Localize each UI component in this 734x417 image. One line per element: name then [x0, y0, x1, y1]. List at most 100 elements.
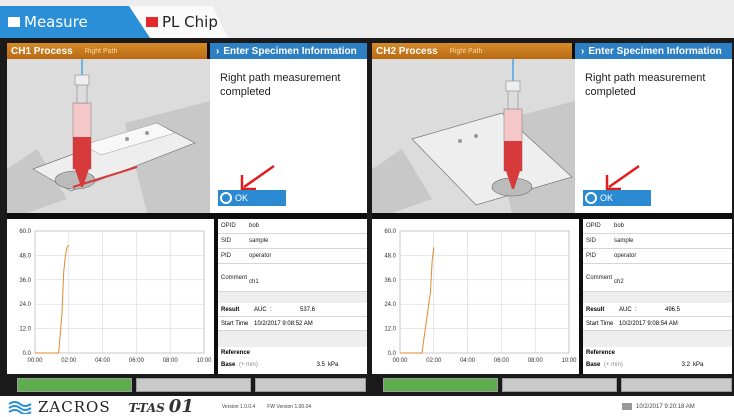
sid-value: sample: [614, 238, 634, 244]
comment-value: ch2: [614, 278, 624, 285]
opid-value: bob: [249, 223, 260, 229]
reference-block: Reference Base (+ min) 3.5 kPa: [218, 347, 367, 374]
opid-label: OPID: [586, 223, 601, 229]
ok-button[interactable]: OK: [583, 190, 651, 206]
ok-circle-icon: [220, 192, 232, 204]
tab-marker: [8, 17, 20, 27]
ch1-action-button[interactable]: [17, 378, 132, 392]
chip-illustration: [7, 59, 210, 213]
base-unit: kPa: [328, 362, 339, 368]
pid-label: PID: [586, 253, 597, 259]
result-row: Result AUC : 496.5: [583, 303, 732, 317]
x-tick-label: 00:00: [27, 358, 43, 364]
pointer-arrow-icon: [240, 164, 275, 191]
status-message: Right path measurement completed: [220, 72, 341, 98]
sid-label: SID: [586, 238, 597, 244]
comment-value: ch1: [249, 278, 259, 285]
specimen-title: Enter Specimen Information: [223, 45, 357, 57]
comment-row: Comment ch1: [218, 264, 367, 292]
process-title: CH1 Process: [11, 45, 73, 57]
process-header: CH1 Process Right Path: [7, 43, 207, 59]
process-title: CH2 Process: [376, 45, 438, 57]
auc-label: AUC: [254, 306, 267, 313]
specimen-header[interactable]: Enter Specimen Information: [210, 43, 367, 59]
status-message: Right path measurement completed: [585, 72, 706, 98]
zacros-logo: ZACROS: [8, 398, 111, 416]
pid-row: PID operator: [583, 249, 732, 264]
specimen-info: OPID bob SID sample PID operator Comment ch2…: [583, 219, 732, 374]
comment-label: Comment: [586, 274, 613, 281]
start-time-value: 10/2/2017 9:08:54 AM: [619, 320, 678, 327]
x-tick-label: 06:00: [494, 358, 510, 364]
opid-label: OPID: [221, 223, 236, 229]
sid-value: sample: [249, 238, 269, 244]
sid-row: SID sample: [218, 234, 367, 249]
datetime-value: 10/2/2017 9:20:18 AM: [636, 403, 695, 410]
ch2-action-button[interactable]: [383, 378, 498, 392]
y-tick-label: 24.0: [384, 302, 396, 308]
tab-marker: [146, 17, 158, 27]
process-subtitle: Right Path: [84, 47, 118, 55]
zacros-wave-icon: [8, 400, 32, 414]
pointer-arrow-icon: [605, 164, 640, 191]
comment-row: Comment ch2: [583, 264, 732, 292]
comment-label: Comment: [221, 274, 248, 281]
sid-row: SID sample: [583, 234, 732, 249]
auc-value: 496.5: [665, 306, 681, 313]
y-tick-label: 60.0: [19, 229, 31, 235]
chip-illustration: [372, 59, 575, 213]
y-tick-label: 60.0: [384, 229, 396, 235]
reference-label: Reference: [221, 350, 251, 356]
start-time-row: Start Time 10/2/2017 9:08:54 AM: [583, 317, 732, 331]
x-tick-label: 08:00: [528, 358, 544, 364]
clock-icon: [622, 403, 632, 410]
base-label: Base: [586, 362, 601, 368]
ok-circle-icon: [585, 192, 597, 204]
y-tick-label: 48.0: [19, 253, 31, 259]
process-header: CH2 Process Right Path: [372, 43, 572, 59]
y-tick-label: 36.0: [384, 278, 396, 284]
tab-measure-label: Measure: [24, 13, 88, 31]
product-logo: T-TAS 01: [129, 396, 194, 417]
result-row: Result AUC : 537.6: [218, 303, 367, 317]
ok-label: OK: [600, 193, 614, 203]
pressure-chart: 00:00 02:00 04:00 06:00 08:00 10:00 60.0 48.0 36…: [19, 229, 212, 364]
x-tick-label: 06:00: [129, 358, 145, 364]
specimen-title: Enter Specimen Information: [588, 45, 722, 57]
start-time-row: Start Time 10/2/2017 9:08:52 AM: [218, 317, 367, 331]
start-time-label: Start Time: [221, 320, 249, 327]
plot-frame: [399, 230, 570, 354]
chart-panel: 00:00 02:00 04:00 06:00 08:00 10:00 60.0 48.0 36…: [7, 219, 214, 374]
channel-1-panel: CH1 Process Right Path Enter Specimen In…: [7, 43, 367, 374]
product-number: 01: [168, 396, 194, 417]
ch1-button-2[interactable]: [136, 378, 251, 392]
tab-measure[interactable]: Measure: [0, 6, 150, 38]
bottom-button-bar: [0, 378, 734, 394]
specimen-header[interactable]: Enter Specimen Information: [575, 43, 732, 59]
y-tick-label: 48.0: [384, 253, 396, 259]
x-tick-label: 02:00: [61, 358, 77, 364]
brand-name: ZACROS: [38, 397, 111, 416]
microchip-illustration: [7, 59, 210, 213]
software-version: Version 1.0.0.4: [221, 403, 256, 410]
auc-separator: :: [635, 306, 637, 313]
specimen-info: OPID bob SID sample PID operator Comment ch1…: [218, 219, 367, 374]
base-row: Base (+ min) 3.5 kPa: [218, 356, 367, 368]
base-unit-hint: (+ min): [239, 362, 258, 368]
datetime-display: 10/2/2017 9:20:18 AM: [622, 403, 695, 410]
start-time-label: Start Time: [586, 320, 614, 327]
result-label: Result: [586, 306, 605, 313]
ch2-button-2[interactable]: [502, 378, 617, 392]
x-tick-label: 08:00: [163, 358, 179, 364]
y-tick-label: 24.0: [19, 302, 31, 308]
footer: ZACROS T-TAS 01 Version 1.0.0.4 FW Versio…: [0, 396, 734, 417]
y-tick-label: 36.0: [19, 278, 31, 284]
series-line: [400, 247, 435, 354]
ok-button[interactable]: OK: [218, 190, 286, 206]
y-tick-label: 12.0: [19, 327, 31, 333]
ch1-button-3[interactable]: [255, 378, 366, 392]
pid-label: PID: [221, 253, 232, 259]
x-tick-label: 00:00: [392, 358, 408, 364]
pressure-chart: 00:00 02:00 04:00 06:00 08:00 10:00 60.0 48.0 36…: [384, 229, 577, 364]
ch2-button-3[interactable]: [621, 378, 732, 392]
